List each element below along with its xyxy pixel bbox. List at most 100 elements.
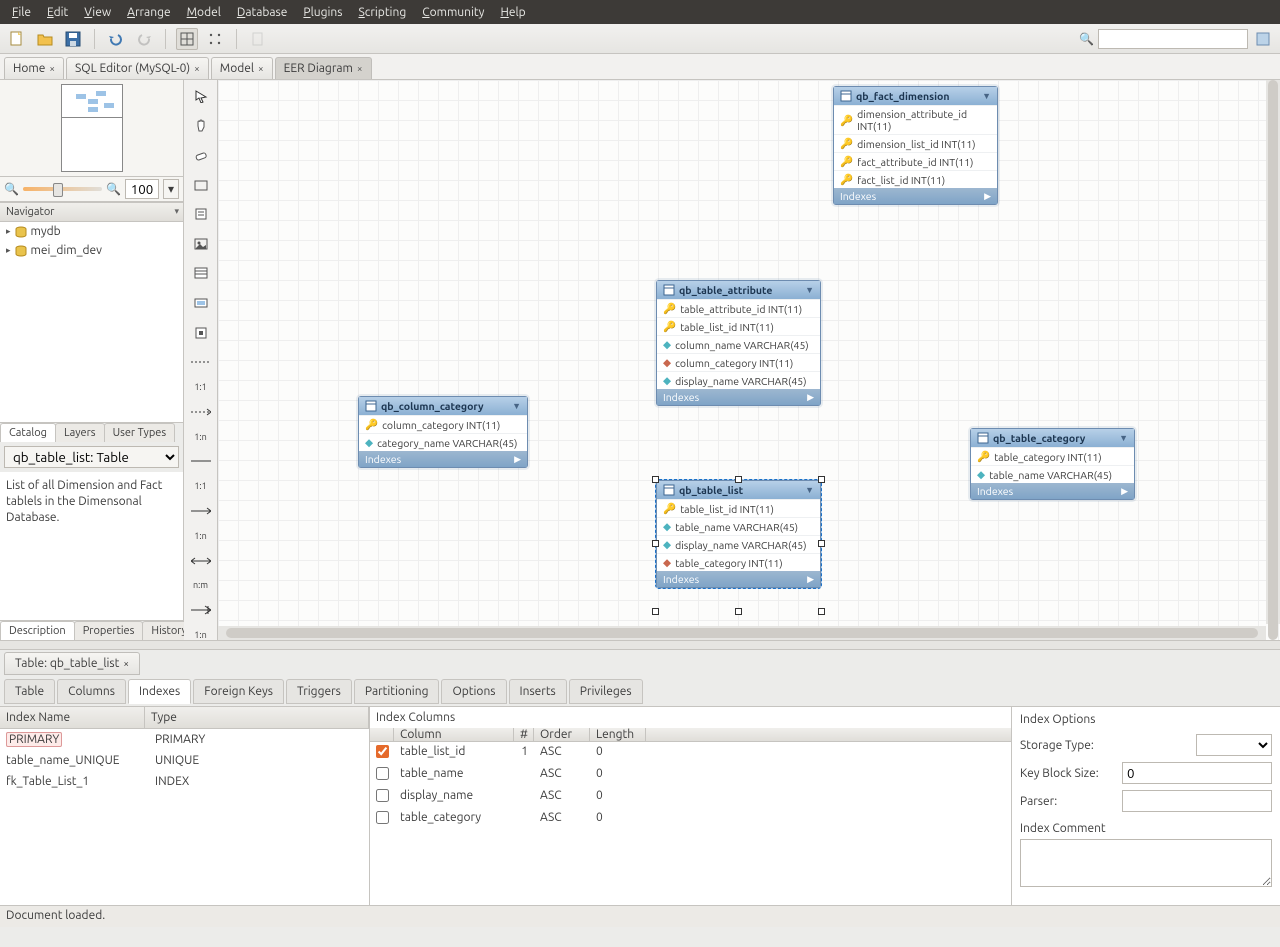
ptab-triggers[interactable]: Triggers [286, 679, 352, 704]
eraser-tool-icon[interactable] [190, 145, 212, 165]
save-icon[interactable] [62, 28, 84, 50]
horizontal-scrollbar[interactable] [218, 626, 1266, 640]
menu-file[interactable]: File [4, 2, 39, 23]
parser-input[interactable] [1122, 790, 1272, 812]
ptab-inserts[interactable]: Inserts [509, 679, 567, 704]
object-select[interactable]: qb_table_list: Table [4, 446, 179, 468]
ptab-partitioning[interactable]: Partitioning [354, 679, 440, 704]
index-list[interactable]: PRIMARYPRIMARY table_name_UNIQUEUNIQUE f… [0, 729, 369, 792]
zoom-dropdown-icon[interactable]: ▾ [163, 179, 179, 199]
index-columns-list[interactable]: table_list_id1ASC0 table_nameASC0 displa… [370, 742, 1011, 830]
entity-qb-table-category[interactable]: qb_table_category▼ 🔑table_category INT(1… [970, 428, 1135, 500]
snap-icon[interactable] [204, 28, 226, 50]
tab-home[interactable]: Home× [4, 57, 64, 79]
index-row-fk[interactable]: fk_Table_List_1INDEX [0, 771, 369, 792]
idxcol-row[interactable]: table_nameASC0 [370, 764, 1011, 786]
hand-tool-icon[interactable] [190, 116, 212, 136]
open-file-icon[interactable] [34, 28, 56, 50]
zoom-out-icon[interactable]: 🔍 [4, 182, 19, 196]
close-icon[interactable]: × [49, 63, 55, 74]
rel-nm-icon[interactable] [190, 551, 212, 571]
ptab-options[interactable]: Options [441, 679, 506, 704]
idxcol-check[interactable] [376, 767, 389, 780]
entity-qb-fact-dimension[interactable]: qb_fact_dimension▼ 🔑dimension_attribute_… [833, 86, 998, 205]
menu-help[interactable]: Help [492, 2, 533, 23]
table-tool-icon[interactable] [190, 264, 212, 284]
close-icon[interactable]: × [194, 63, 200, 74]
ptab-columns[interactable]: Columns [57, 679, 126, 704]
entity-qb-table-list[interactable]: qb_table_list▼ 🔑table_list_id INT(11) ◆t… [656, 480, 821, 588]
image-tool-icon[interactable] [190, 234, 212, 254]
view-tool-icon[interactable] [190, 293, 212, 313]
ptab-privileges[interactable]: Privileges [569, 679, 643, 704]
rel-11b-icon[interactable] [190, 452, 212, 472]
layer-tool-icon[interactable] [190, 175, 212, 195]
tab-eer-diagram[interactable]: EER Diagram× [275, 57, 372, 79]
tree-node-mydb[interactable]: ▸mydb [0, 222, 183, 241]
splitter[interactable] [0, 640, 1280, 650]
grid-toggle-icon[interactable] [176, 28, 198, 50]
routine-tool-icon[interactable] [190, 323, 212, 343]
paste-icon[interactable] [247, 28, 269, 50]
idxcol-row[interactable]: table_list_id1ASC0 [370, 742, 1011, 764]
idxcol-check[interactable] [376, 811, 389, 824]
entity-qb-column-category[interactable]: qb_column_category▼ 🔑column_category INT… [358, 396, 528, 468]
close-icon[interactable]: × [258, 63, 264, 74]
undo-icon[interactable] [105, 28, 127, 50]
storage-type-select[interactable] [1196, 734, 1272, 756]
pointer-tool-icon[interactable] [190, 86, 212, 106]
tab-sql-editor[interactable]: SQL Editor (MySQL-0)× [66, 57, 209, 79]
menu-scripting[interactable]: Scripting [350, 2, 414, 23]
chevron-down-icon[interactable]: ▾ [174, 206, 179, 217]
subtab-layers[interactable]: Layers [55, 423, 105, 442]
vertical-scrollbar[interactable] [1266, 80, 1280, 624]
overview-panel[interactable] [0, 80, 183, 177]
expand-icon[interactable]: ▸ [6, 245, 11, 256]
search-input[interactable] [1098, 29, 1248, 49]
menu-arrange[interactable]: Arrange [119, 2, 178, 23]
subtab-user-types[interactable]: User Types [104, 423, 176, 442]
zoom-in-icon[interactable]: 🔍 [106, 182, 121, 196]
index-row-primary[interactable]: PRIMARYPRIMARY [0, 729, 369, 750]
menu-database[interactable]: Database [229, 2, 296, 23]
zoom-slider[interactable] [23, 187, 102, 191]
collapse-icon[interactable]: ▼ [982, 91, 991, 101]
note-tool-icon[interactable] [190, 204, 212, 224]
overview-thumbnail[interactable] [61, 84, 123, 172]
subtab-properties[interactable]: Properties [74, 621, 144, 640]
close-icon[interactable]: × [357, 63, 363, 74]
rel-11-icon[interactable] [190, 352, 212, 372]
key-block-size-input[interactable] [1122, 762, 1272, 784]
idxcol-check[interactable] [376, 745, 389, 758]
property-tab-title[interactable]: Table: qb_table_list× [4, 652, 140, 675]
subtab-description[interactable]: Description [0, 621, 75, 640]
idxcol-row[interactable]: table_categoryASC0 [370, 808, 1011, 830]
menu-model[interactable]: Model [179, 2, 229, 23]
entity-qb-table-attribute[interactable]: qb_table_attribute▼ 🔑table_attribute_id … [656, 280, 821, 406]
menu-plugins[interactable]: Plugins [295, 2, 350, 23]
rel-1n-icon[interactable] [190, 402, 212, 422]
ptab-foreign-keys[interactable]: Foreign Keys [193, 679, 284, 704]
menu-edit[interactable]: Edit [39, 2, 76, 23]
rel-1nc-icon[interactable] [190, 600, 212, 620]
new-file-icon[interactable] [6, 28, 28, 50]
catalog-tree[interactable]: ▸mydb ▸mei_dim_dev [0, 222, 183, 422]
redo-icon[interactable] [133, 28, 155, 50]
ptab-table[interactable]: Table [4, 679, 55, 704]
tab-model[interactable]: Model× [211, 57, 273, 79]
index-comment-input[interactable] [1020, 839, 1272, 887]
menu-community[interactable]: Community [414, 2, 492, 23]
idxcol-row[interactable]: display_nameASC0 [370, 786, 1011, 808]
zoom-value-input[interactable] [125, 179, 159, 199]
idxcol-check[interactable] [376, 789, 389, 802]
close-icon[interactable]: × [123, 658, 129, 669]
index-row-unique[interactable]: table_name_UNIQUEUNIQUE [0, 750, 369, 771]
diagram-canvas[interactable]: qb_fact_dimension▼ 🔑dimension_attribute_… [218, 80, 1280, 640]
tree-node-mei-dim-dev[interactable]: ▸mei_dim_dev [0, 241, 183, 260]
subtab-catalog[interactable]: Catalog [0, 423, 56, 442]
expand-icon[interactable]: ▸ [6, 226, 11, 237]
ptab-indexes[interactable]: Indexes [128, 679, 191, 704]
search-options-icon[interactable] [1252, 28, 1274, 50]
rel-1nb-icon[interactable] [190, 501, 212, 521]
menu-view[interactable]: View [76, 2, 119, 23]
